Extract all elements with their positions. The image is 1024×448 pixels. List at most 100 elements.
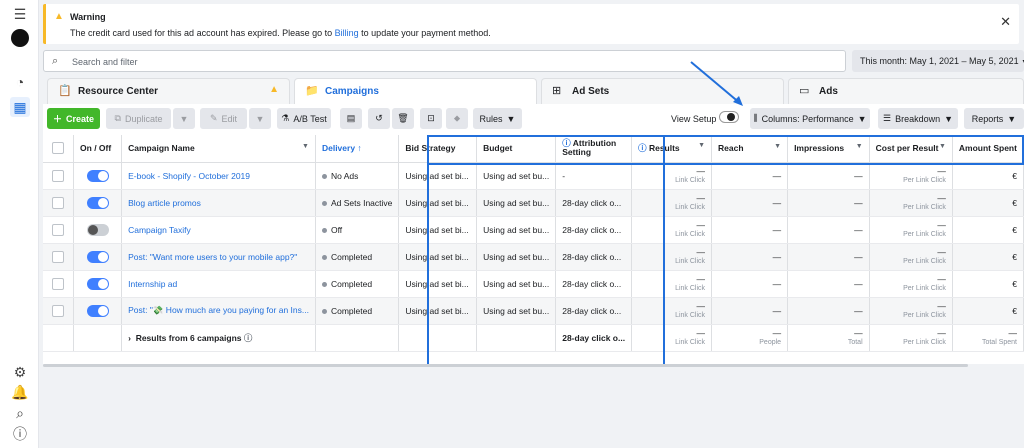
- tab-ads[interactable]: ▭ Ads: [788, 78, 1024, 104]
- search-icon[interactable]: ⌕: [10, 403, 30, 423]
- tab-campaigns[interactable]: 📁 Campaigns: [294, 78, 537, 104]
- row-checkbox[interactable]: [43, 216, 75, 244]
- billing-link[interactable]: Billing: [335, 28, 359, 38]
- close-icon[interactable]: ✕: [1000, 14, 1011, 30]
- table-row[interactable]: E-book - Shopify - October 2019 No Ads Usi…: [43, 162, 1024, 190]
- settings-icon[interactable]: ⚙: [10, 362, 30, 382]
- col-delivery[interactable]: Delivery ↑: [315, 135, 400, 163]
- annotation-arrow: [690, 61, 743, 106]
- reach-cell: —: [711, 162, 789, 190]
- rules-button[interactable]: Rules ▼: [473, 108, 522, 129]
- col-on-off[interactable]: On / Off: [73, 135, 123, 163]
- warning-icon: ▲: [54, 11, 64, 22]
- search-icon: ⌕: [52, 55, 59, 67]
- select-all-checkbox[interactable]: [43, 135, 75, 163]
- alert-icon: ▲: [269, 84, 279, 95]
- row-toggle[interactable]: [73, 243, 123, 271]
- dashboard-icon[interactable]: ◔: [10, 72, 30, 92]
- reach-cell: —: [711, 243, 789, 271]
- account-avatar[interactable]: [10, 28, 30, 48]
- row-toggle[interactable]: [73, 297, 123, 325]
- row-toggle[interactable]: [73, 189, 123, 217]
- col-amount-spent[interactable]: Amount Spent: [952, 135, 1024, 163]
- reach-cell: —: [711, 297, 789, 325]
- bid-strategy-cell: Using ad set bi...: [398, 189, 478, 217]
- budget-cell: Using ad set bu...: [476, 216, 557, 244]
- cost-per-result-cell: — Per Link Click: [869, 270, 953, 298]
- edit-dropdown[interactable]: ▼: [249, 108, 271, 129]
- campaigns-table: On / Off Campaign Name ▼ Delivery ↑ Bid S…: [43, 135, 1024, 352]
- col-campaign-name[interactable]: Campaign Name ▼: [121, 135, 316, 163]
- impressions-cell: —: [787, 162, 870, 190]
- row-checkbox[interactable]: [43, 189, 75, 217]
- bid-strategy-cell: Using ad set bi...: [398, 297, 478, 325]
- date-range-picker[interactable]: This month: May 1, 2021 – May 5, 2021 ▼: [852, 50, 1024, 72]
- warning-message: The credit card used for this ad account…: [70, 28, 491, 38]
- col-bid-strategy[interactable]: Bid Strategy: [398, 135, 478, 163]
- table-row[interactable]: Blog article promos Ad Sets Inactive Using…: [43, 189, 1024, 217]
- create-button[interactable]: ＋ Create: [47, 108, 100, 129]
- row-checkbox[interactable]: [43, 297, 75, 325]
- campaign-name-link[interactable]: Campaign Taxify: [128, 225, 191, 235]
- cost-per-result-cell: — Per Link Click: [869, 216, 953, 244]
- delivery-status: Completed: [315, 297, 400, 325]
- amount-spent-cell: €: [952, 243, 1024, 271]
- campaign-name-link[interactable]: E-book - Shopify - October 2019: [128, 171, 250, 181]
- horizontal-scrollbar[interactable]: [43, 364, 968, 367]
- col-cost-per-result[interactable]: Cost per Result ▼: [869, 135, 953, 163]
- col-results[interactable]: ⓘ Results ▼: [631, 135, 713, 163]
- edit-button[interactable]: ✎ Edit: [200, 108, 247, 129]
- warning-title: Warning: [70, 12, 106, 22]
- budget-cell: Using ad set bu...: [476, 162, 557, 190]
- warning-banner: ▲ Warning The credit card used for this …: [43, 4, 1019, 44]
- results-cell: — Link Click: [631, 243, 713, 271]
- pencil-icon: ✎: [209, 113, 218, 123]
- view-setup-toggle[interactable]: [719, 111, 739, 123]
- results-cell: — Link Click: [631, 297, 713, 325]
- duplicate-dropdown[interactable]: ▼: [173, 108, 195, 129]
- table-row[interactable]: Campaign Taxify Off Using ad set bi... Usin…: [43, 216, 1024, 244]
- ab-test-button[interactable]: ⚗ A/B Test: [277, 108, 331, 129]
- row-toggle[interactable]: [73, 270, 123, 298]
- campaign-name-link[interactable]: Post: "Want more users to your mobile ap…: [128, 252, 297, 262]
- tab-ad-sets[interactable]: ⊞ Ad Sets: [541, 78, 784, 104]
- impressions-cell: —: [787, 216, 870, 244]
- table-row[interactable]: Internship ad Completed Using ad set bi...…: [43, 270, 1024, 298]
- tab-resource-center[interactable]: 📋 Resource Center ▲: [47, 78, 290, 104]
- ad-icon: ▭: [799, 85, 810, 97]
- budget-cell: Using ad set bu...: [476, 270, 557, 298]
- col-budget[interactable]: Budget: [476, 135, 557, 163]
- tag-icon[interactable]: ⬥: [446, 108, 468, 129]
- impressions-cell: —: [787, 270, 870, 298]
- breakdown-button[interactable]: ☰ Breakdown ▼: [878, 108, 958, 129]
- campaigns-grid-icon[interactable]: ▦: [10, 97, 30, 117]
- table-row[interactable]: Post: "💸 How much are you paying for an …: [43, 297, 1024, 325]
- help-icon[interactable]: ⓘ: [10, 424, 30, 444]
- columns-button[interactable]: ⫼ Columns: Performance ▼: [750, 108, 870, 129]
- undo-icon[interactable]: ↺: [368, 108, 390, 129]
- campaign-name-link[interactable]: Post: "💸 How much are you paying for an …: [128, 305, 309, 315]
- trash-icon[interactable]: 🗑: [392, 108, 414, 129]
- table-header-row: On / Off Campaign Name ▼ Delivery ↑ Bid S…: [43, 135, 1024, 163]
- row-toggle[interactable]: [73, 162, 123, 190]
- col-reach[interactable]: Reach ▼: [711, 135, 789, 163]
- row-toggle[interactable]: [73, 216, 123, 244]
- reach-cell: —: [711, 216, 789, 244]
- notes-icon[interactable]: ▤: [340, 108, 362, 129]
- campaign-name-link[interactable]: Internship ad: [128, 279, 177, 289]
- table-row[interactable]: Post: "Want more users to your mobile ap…: [43, 243, 1024, 271]
- notifications-icon[interactable]: 🔔: [10, 382, 30, 402]
- row-checkbox[interactable]: [43, 270, 75, 298]
- bid-strategy-cell: Using ad set bi...: [398, 216, 478, 244]
- row-checkbox[interactable]: [43, 162, 75, 190]
- campaign-name-link[interactable]: Blog article promos: [128, 198, 201, 208]
- menu-icon[interactable]: ☰: [10, 4, 30, 24]
- duplicate-button[interactable]: ⧉ Duplicate: [106, 108, 171, 129]
- col-attribution-setting[interactable]: ⓘ Attribution Setting: [555, 135, 633, 163]
- delivery-status: No Ads: [315, 162, 400, 190]
- preview-icon[interactable]: ⊡: [420, 108, 442, 129]
- chevron-down-icon: ▼: [506, 113, 516, 124]
- row-checkbox[interactable]: [43, 243, 75, 271]
- col-impressions[interactable]: Impressions ▼: [787, 135, 870, 163]
- reports-button[interactable]: Reports ▼: [964, 108, 1024, 129]
